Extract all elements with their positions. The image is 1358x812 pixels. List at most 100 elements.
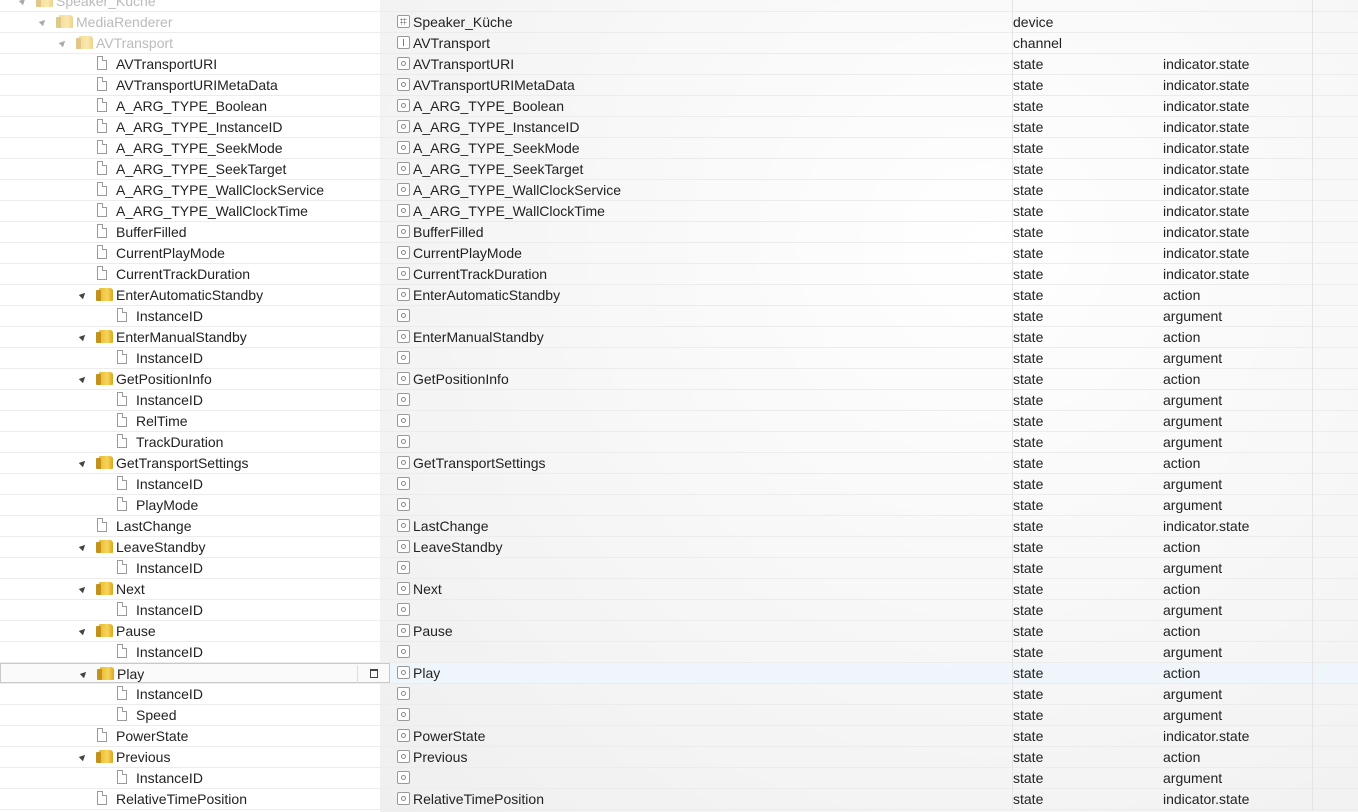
tree-row[interactable]: LastChange LastChange state indicator.state — [0, 516, 1358, 537]
name-cell[interactable]: Pause — [0, 621, 390, 641]
tree-row[interactable]: InstanceID state argument — [0, 600, 1358, 621]
name-cell[interactable]: TrackDuration — [0, 432, 390, 452]
name-cell[interactable]: A_ARG_TYPE_WallClockService — [0, 180, 390, 200]
name-cell[interactable]: Next — [0, 579, 390, 599]
triangle-expanded-icon[interactable] — [18, 0, 28, 6]
tree-row[interactable]: BufferFilled BufferFilled state indicator.s… — [0, 222, 1358, 243]
tree-row[interactable]: PlayMode state argument — [0, 495, 1358, 516]
tree-row[interactable]: A_ARG_TYPE_SeekMode A_ARG_TYPE_SeekMode st… — [0, 138, 1358, 159]
tree-row[interactable]: Pause Pause state action — [0, 621, 1358, 642]
object-name-cell[interactable]: LastChange — [396, 516, 996, 536]
object-name-cell[interactable]: A_ARG_TYPE_SeekMode — [396, 138, 996, 158]
tree-row[interactable]: A_ARG_TYPE_InstanceID A_ARG_TYPE_Instance… — [0, 117, 1358, 138]
tree-row[interactable]: GetTransportSettings GetTransportSettings… — [0, 453, 1358, 474]
name-cell[interactable]: AVTransportURI — [0, 54, 390, 74]
tree-row[interactable]: InstanceID state argument — [0, 684, 1358, 705]
object-name-cell[interactable]: AVTransportURI — [396, 54, 996, 74]
name-cell[interactable]: InstanceID — [0, 348, 390, 368]
name-cell[interactable]: InstanceID — [0, 768, 390, 788]
tree-row[interactable]: RelTime state argument — [0, 411, 1358, 432]
name-cell[interactable]: PowerState — [0, 726, 390, 746]
object-name-cell[interactable] — [396, 684, 996, 704]
tree-row[interactable]: InstanceID state argument — [0, 768, 1358, 789]
object-name-cell[interactable]: EnterManualStandby — [396, 327, 996, 347]
tree-row[interactable]: CurrentPlayMode CurrentPlayMode state indic… — [0, 243, 1358, 264]
name-cell[interactable]: InstanceID — [0, 558, 390, 578]
tree-row[interactable]: InstanceID state argument — [0, 390, 1358, 411]
name-cell[interactable]: A_ARG_TYPE_Boolean — [0, 96, 390, 116]
tree-row[interactable]: PowerState PowerState state indicator.state — [0, 726, 1358, 747]
object-name-cell[interactable] — [396, 558, 996, 578]
triangle-expanded-icon[interactable] — [78, 374, 88, 384]
tree-row[interactable]: AVTransport AVTransport channel — [0, 33, 1358, 54]
tree-row[interactable]: InstanceID state argument — [0, 642, 1358, 663]
tree-row[interactable]: EnterManualStandby EnterManualStandby stat… — [0, 327, 1358, 348]
tree-row[interactable]: MediaRenderer Speaker_Küche device — [0, 12, 1358, 33]
object-name-cell[interactable]: PowerState — [396, 726, 996, 746]
name-cell[interactable]: InstanceID — [0, 390, 390, 410]
name-cell[interactable]: InstanceID — [0, 306, 390, 326]
object-name-cell[interactable]: Previous — [396, 747, 996, 767]
name-cell[interactable]: EnterManualStandby — [0, 327, 390, 347]
object-name-cell[interactable]: LeaveStandby — [396, 537, 996, 557]
name-cell[interactable]: RelativeTimePosition — [0, 789, 390, 809]
triangle-expanded-icon[interactable] — [78, 584, 88, 594]
tree-row[interactable]: Speaker_Küche — [0, 0, 1358, 12]
name-cell[interactable]: Speaker_Küche — [0, 0, 390, 11]
object-name-cell[interactable]: Pause — [396, 621, 996, 641]
tree-row[interactable]: InstanceID state argument — [0, 306, 1358, 327]
name-cell[interactable]: LeaveStandby — [0, 537, 390, 557]
name-cell[interactable]: AVTransportURIMetaData — [0, 75, 390, 95]
name-cell[interactable]: InstanceID — [0, 474, 390, 494]
tree-row[interactable]: LeaveStandby LeaveStandby state action — [0, 537, 1358, 558]
object-name-cell[interactable] — [396, 411, 996, 431]
delete-button[interactable] — [357, 665, 389, 683]
object-name-cell[interactable]: Speaker_Küche — [396, 12, 996, 32]
tree-row[interactable]: AVTransportURI AVTransportURI state indicat… — [0, 54, 1358, 75]
name-cell[interactable]: GetTransportSettings — [0, 453, 390, 473]
tree-row[interactable]: TrackDuration state argument — [0, 432, 1358, 453]
name-cell[interactable]: Previous — [0, 747, 390, 767]
triangle-expanded-icon[interactable] — [78, 458, 88, 468]
object-name-cell[interactable] — [396, 432, 996, 452]
tree-row[interactable]: A_ARG_TYPE_WallClockService A_ARG_TYPE_Wa… — [0, 180, 1358, 201]
name-cell[interactable]: BufferFilled — [0, 222, 390, 242]
triangle-expanded-icon[interactable] — [38, 17, 48, 27]
triangle-expanded-icon[interactable] — [79, 669, 89, 679]
tree-row[interactable]: Next Next state action — [0, 579, 1358, 600]
object-name-cell[interactable]: RelativeTimePosition — [396, 789, 996, 809]
tree-row[interactable]: Speed state argument — [0, 705, 1358, 726]
name-cell[interactable]: A_ARG_TYPE_SeekMode — [0, 138, 390, 158]
name-cell[interactable]: LastChange — [0, 516, 390, 536]
name-cell[interactable]: InstanceID — [0, 684, 390, 704]
name-cell[interactable]: AVTransport — [0, 33, 390, 53]
name-cell[interactable]: Play — [0, 663, 390, 683]
object-name-cell[interactable]: A_ARG_TYPE_WallClockTime — [396, 201, 996, 221]
tree-row[interactable]: A_ARG_TYPE_Boolean A_ARG_TYPE_Boolean stat… — [0, 96, 1358, 117]
triangle-expanded-icon[interactable] — [78, 626, 88, 636]
name-cell[interactable]: A_ARG_TYPE_SeekTarget — [0, 159, 390, 179]
name-cell[interactable]: Speed — [0, 705, 390, 725]
tree-row[interactable]: Previous Previous state action — [0, 747, 1358, 768]
name-cell[interactable]: A_ARG_TYPE_WallClockTime — [0, 201, 390, 221]
object-name-cell[interactable] — [396, 390, 996, 410]
object-name-cell[interactable]: CurrentPlayMode — [396, 243, 996, 263]
object-name-cell[interactable]: Next — [396, 579, 996, 599]
object-name-cell[interactable] — [396, 642, 996, 662]
object-name-cell[interactable]: GetPositionInfo — [396, 369, 996, 389]
triangle-expanded-icon[interactable] — [78, 752, 88, 762]
triangle-expanded-icon[interactable] — [78, 542, 88, 552]
object-name-cell[interactable] — [396, 306, 996, 326]
tree-row[interactable]: InstanceID state argument — [0, 558, 1358, 579]
tree-row[interactable]: AVTransportURIMetaData AVTransportURIMeta… — [0, 75, 1358, 96]
object-name-cell[interactable]: Play — [396, 663, 996, 683]
triangle-expanded-icon[interactable] — [58, 38, 68, 48]
object-name-cell[interactable] — [396, 495, 996, 515]
object-name-cell[interactable] — [396, 600, 996, 620]
tree-row[interactable]: A_ARG_TYPE_SeekTarget A_ARG_TYPE_SeekTarg… — [0, 159, 1358, 180]
tree-row[interactable]: InstanceID state argument — [0, 348, 1358, 369]
name-cell[interactable]: CurrentPlayMode — [0, 243, 390, 263]
name-cell[interactable]: CurrentTrackDuration — [0, 264, 390, 284]
name-cell[interactable]: RelTime — [0, 411, 390, 431]
object-name-cell[interactable]: EnterAutomaticStandby — [396, 285, 996, 305]
